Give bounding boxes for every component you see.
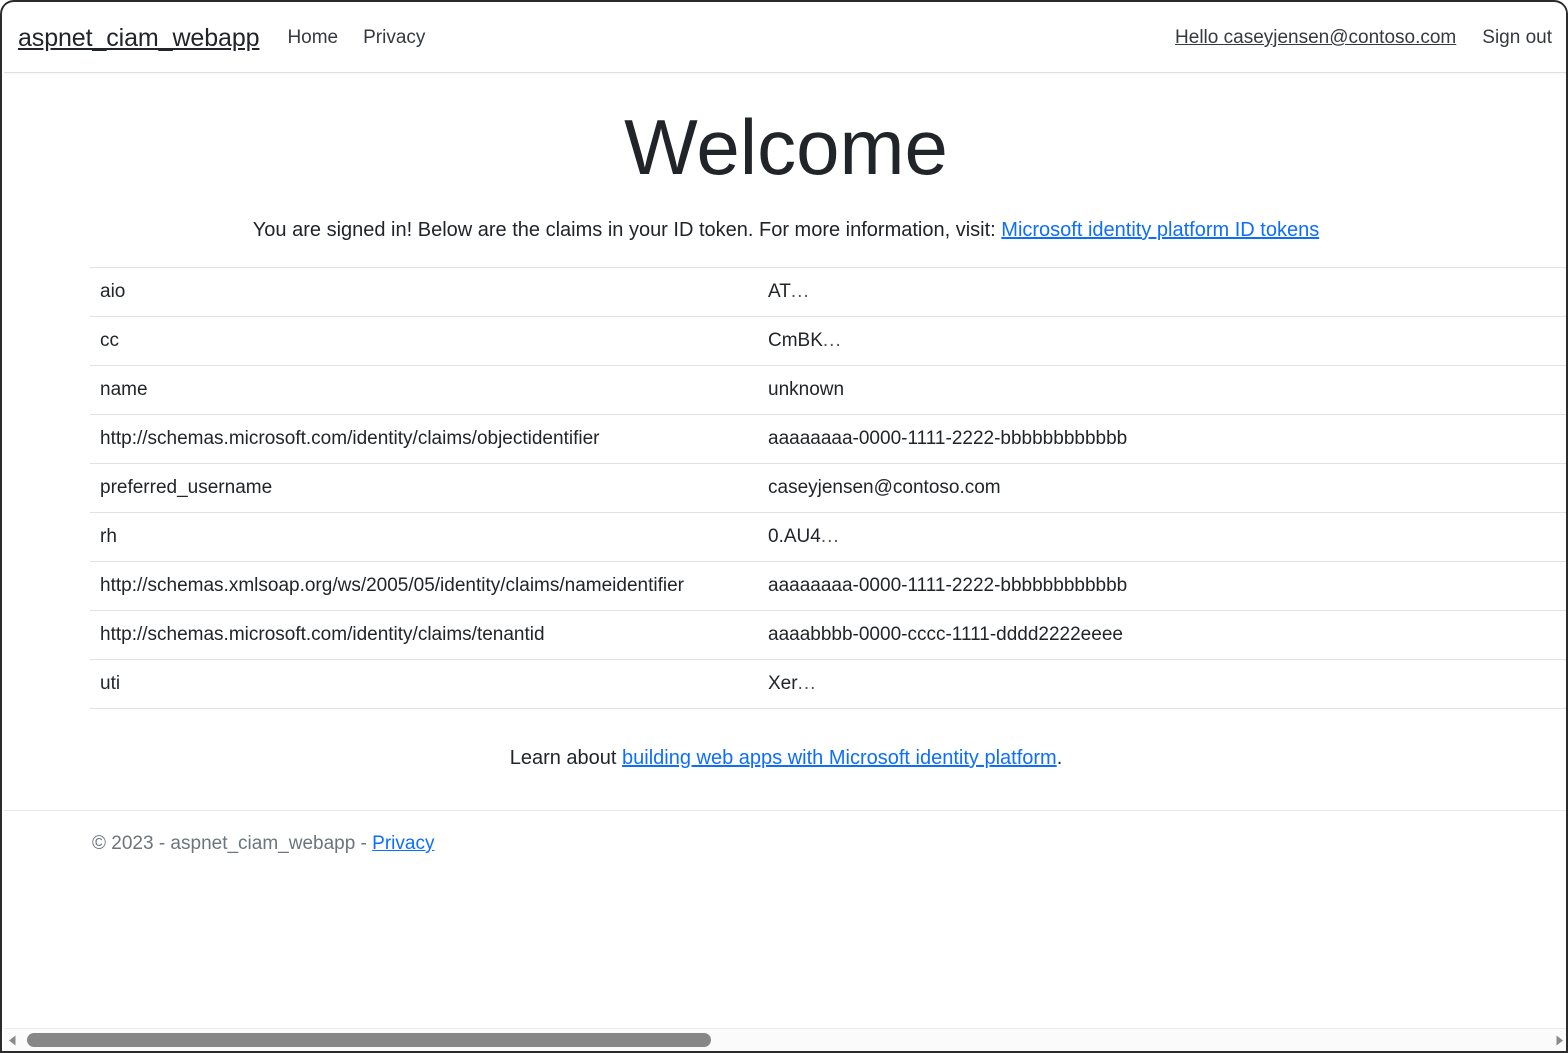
claim-type: preferred_username bbox=[90, 463, 758, 512]
table-row: preferred_username caseyjensen@contoso.c… bbox=[90, 463, 1568, 512]
claim-value: aaaaaaaa-0000-1111-2222-bbbbbbbbbbbb bbox=[758, 414, 1526, 463]
horizontal-scroll-thumb[interactable] bbox=[27, 1033, 711, 1047]
scroll-left-arrow-icon[interactable] bbox=[4, 1029, 21, 1051]
table-row: aio AT... bbox=[90, 267, 1568, 316]
copyright-text: © 2023 - aspnet_ciam_webapp - bbox=[92, 833, 372, 854]
claim-extra bbox=[1526, 463, 1568, 512]
claim-type: uti bbox=[90, 659, 758, 708]
claim-value: Xer... bbox=[758, 659, 1526, 708]
claim-extra bbox=[1526, 414, 1568, 463]
learn-about-paragraph: Learn about building web apps with Micro… bbox=[4, 747, 1568, 770]
claim-extra bbox=[1526, 365, 1568, 414]
truncation-ellipsis: ... bbox=[821, 526, 840, 547]
truncation-ellipsis: ... bbox=[791, 281, 810, 302]
claim-type: http://schemas.microsoft.com/identity/cl… bbox=[90, 610, 758, 659]
table-row: http://schemas.microsoft.com/identity/cl… bbox=[90, 610, 1568, 659]
claim-extra bbox=[1526, 267, 1568, 316]
learn-about-suffix: . bbox=[1057, 747, 1063, 769]
table-row: name unknown bbox=[90, 365, 1568, 414]
navbar-user-area: Hello caseyjensen@contoso.com Sign out bbox=[1175, 27, 1552, 49]
claim-value-text: 0.AU4 bbox=[768, 526, 821, 547]
claim-value: CmBK... bbox=[758, 316, 1526, 365]
claims-table-body: aio AT... cc CmBK... name unknown bbox=[90, 267, 1568, 708]
claim-extra bbox=[1526, 659, 1568, 708]
horizontal-scrollbar[interactable] bbox=[4, 1028, 1568, 1051]
build-web-apps-doc-link[interactable]: building web apps with Microsoft identit… bbox=[622, 747, 1057, 769]
table-row: http://schemas.xmlsoap.org/ws/2005/05/id… bbox=[90, 561, 1568, 610]
claim-type: cc bbox=[90, 316, 758, 365]
browser-window: aspnet_ciam_webapp Home Privacy Hello ca… bbox=[0, 0, 1568, 1053]
page-viewport: aspnet_ciam_webapp Home Privacy Hello ca… bbox=[4, 4, 1568, 1031]
claim-value: AT... bbox=[758, 267, 1526, 316]
claim-value-text: CmBK bbox=[768, 330, 823, 351]
claim-type: name bbox=[90, 365, 758, 414]
truncation-ellipsis: ... bbox=[798, 673, 817, 694]
claim-type: rh bbox=[90, 512, 758, 561]
claim-value: 0.AU4... bbox=[758, 512, 1526, 561]
lead-paragraph: You are signed in! Below are the claims … bbox=[4, 217, 1568, 244]
table-row: cc CmBK... bbox=[90, 316, 1568, 365]
claim-type: aio bbox=[90, 267, 758, 316]
claim-extra bbox=[1526, 561, 1568, 610]
claim-extra bbox=[1526, 316, 1568, 365]
sign-out-button[interactable]: Sign out bbox=[1482, 27, 1552, 49]
nav-link-home[interactable]: Home bbox=[287, 27, 338, 49]
claims-table: aio AT... cc CmBK... name unknown bbox=[90, 267, 1568, 709]
learn-about-prefix: Learn about bbox=[510, 747, 622, 769]
navbar: aspnet_ciam_webapp Home Privacy Hello ca… bbox=[4, 4, 1568, 73]
main-content: Welcome You are signed in! Below are the… bbox=[4, 107, 1568, 770]
claim-value: aaaabbbb-0000-cccc-1111-dddd2222eeee bbox=[758, 610, 1526, 659]
page-title: Welcome bbox=[4, 107, 1568, 189]
claim-value: aaaaaaaa-0000-1111-2222-bbbbbbbbbbbb bbox=[758, 561, 1526, 610]
table-row: rh 0.AU4... bbox=[90, 512, 1568, 561]
claim-type: http://schemas.microsoft.com/identity/cl… bbox=[90, 414, 758, 463]
claim-value-text: AT bbox=[768, 281, 791, 302]
page-footer: © 2023 - aspnet_ciam_webapp - Privacy bbox=[4, 810, 1568, 855]
table-row: http://schemas.microsoft.com/identity/cl… bbox=[90, 414, 1568, 463]
nav-link-privacy[interactable]: Privacy bbox=[363, 27, 425, 49]
page-content: aspnet_ciam_webapp Home Privacy Hello ca… bbox=[4, 4, 1568, 855]
claim-extra bbox=[1526, 610, 1568, 659]
navbar-links: Home Privacy bbox=[287, 27, 425, 49]
scroll-right-arrow-icon[interactable] bbox=[1551, 1029, 1568, 1051]
footer-privacy-link[interactable]: Privacy bbox=[372, 833, 434, 854]
claim-value: unknown bbox=[758, 365, 1526, 414]
claim-value: caseyjensen@contoso.com bbox=[758, 463, 1526, 512]
user-greeting[interactable]: Hello caseyjensen@contoso.com bbox=[1175, 27, 1456, 49]
truncation-ellipsis: ... bbox=[823, 330, 842, 351]
claim-type: http://schemas.xmlsoap.org/ws/2005/05/id… bbox=[90, 561, 758, 610]
claim-value-text: Xer bbox=[768, 673, 798, 694]
id-tokens-doc-link[interactable]: Microsoft identity platform ID tokens bbox=[1001, 219, 1319, 241]
claim-extra bbox=[1526, 512, 1568, 561]
scrollbar-track[interactable] bbox=[21, 1029, 1551, 1051]
lead-text: You are signed in! Below are the claims … bbox=[253, 219, 1002, 241]
navbar-brand[interactable]: aspnet_ciam_webapp bbox=[18, 24, 259, 53]
table-row: uti Xer... bbox=[90, 659, 1568, 708]
